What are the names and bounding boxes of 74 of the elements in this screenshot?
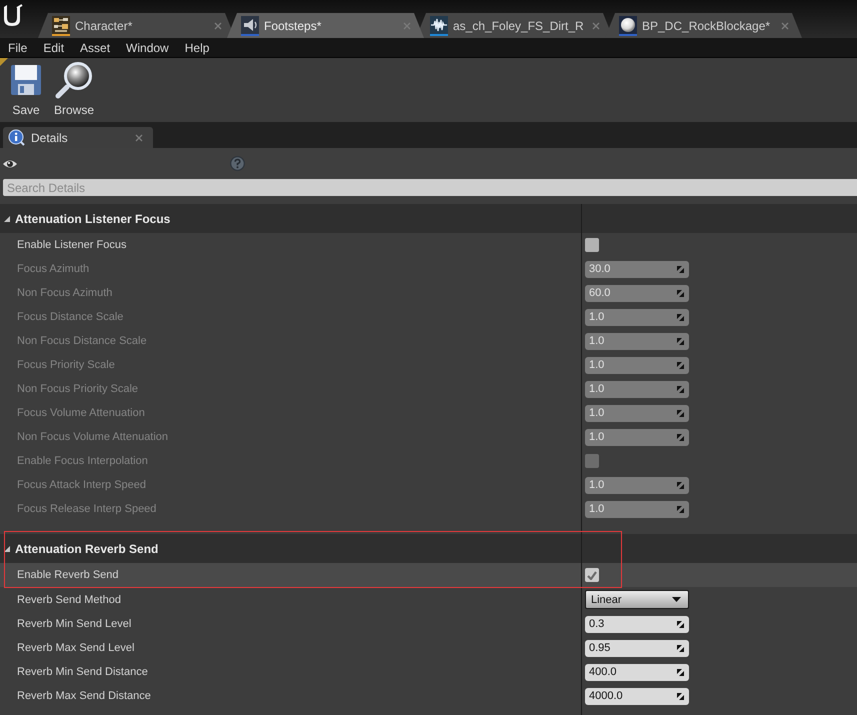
corner-triangle-icon — [0, 58, 8, 66]
property-label: Enable Reverb Send — [17, 569, 119, 581]
property-label: Reverb Send Method — [17, 594, 121, 606]
sphere-icon — [619, 16, 637, 34]
category-title: Attenuation Reverb Send — [15, 542, 158, 556]
property-label: Enable Focus Interpolation — [17, 455, 148, 467]
diagonal-arrows-icon — [677, 620, 684, 628]
property-label: Reverb Max Send Level — [17, 642, 134, 654]
document-tab[interactable]: Footsteps* — [227, 13, 424, 38]
search-field[interactable]: Search Details — [3, 179, 857, 196]
category-header[interactable]: Attenuation Reverb Send — [0, 534, 857, 563]
menu-item[interactable]: Help — [176, 38, 218, 56]
property-label: Non Focus Priority Scale — [17, 383, 138, 395]
speaker-icon — [241, 16, 259, 34]
number-field[interactable]: 4000.0 — [585, 688, 689, 704]
close-icon[interactable] — [214, 22, 222, 30]
property-label: Enable Listener Focus — [17, 239, 126, 251]
expand-triangle-icon[interactable] — [4, 216, 10, 222]
property-label: Reverb Max Send Distance — [17, 690, 151, 702]
checkbox[interactable] — [585, 238, 599, 252]
diagonal-arrows-icon — [677, 410, 684, 416]
node-graph-icon — [52, 16, 70, 34]
magnifier-icon — [54, 60, 94, 100]
diagonal-arrows-icon — [677, 386, 684, 392]
dropdown[interactable]: Linear — [585, 590, 689, 609]
close-icon[interactable] — [592, 22, 600, 30]
menu-item[interactable]: Edit — [35, 38, 72, 56]
number-field[interactable]: 0.3 — [585, 616, 689, 632]
checkbox[interactable] — [585, 568, 599, 582]
menu-item[interactable]: Window — [118, 38, 177, 56]
diagonal-arrows-icon — [677, 314, 684, 320]
info-icon — [8, 129, 25, 146]
close-icon[interactable] — [781, 22, 789, 30]
caret-icon — [672, 597, 681, 602]
help-icon[interactable] — [230, 156, 245, 171]
category-title: Attenuation Listener Focus — [15, 212, 170, 226]
property-label: Reverb Min Send Level — [17, 618, 132, 630]
save-button[interactable]: Save — [8, 58, 44, 117]
diagonal-arrows-icon — [677, 362, 684, 368]
property-label: Non Focus Azimuth — [17, 287, 112, 299]
diagonal-arrows-icon — [677, 338, 684, 344]
tab-label: BP_DC_RockBlockage* — [642, 18, 772, 32]
waveform-icon — [430, 16, 448, 34]
tab-label: Footsteps* — [264, 18, 322, 32]
checkmark-icon — [587, 570, 597, 580]
diagonal-arrows-icon — [677, 668, 684, 676]
property-label: Focus Attack Interp Speed — [17, 479, 146, 491]
expand-triangle-icon[interactable] — [4, 546, 10, 552]
number-field[interactable]: 0.95 — [585, 640, 689, 656]
property-label: Focus Distance Scale — [17, 311, 124, 323]
number-field[interactable]: 400.0 — [585, 664, 689, 680]
browse-button[interactable]: Browse — [52, 58, 96, 117]
diagonal-arrows-icon — [677, 290, 684, 296]
property-label: Focus Volume Attenuation — [17, 407, 145, 419]
menu-item[interactable]: File — [0, 38, 36, 56]
property-label: Focus Release Interp Speed — [17, 503, 156, 515]
close-icon[interactable] — [135, 134, 143, 142]
details-tab[interactable]: Details — [3, 127, 153, 148]
property-label: Non Focus Volume Attenuation — [17, 431, 168, 443]
diagonal-arrows-icon — [677, 482, 684, 488]
diagonal-arrows-icon — [677, 434, 684, 440]
tab-label: as_ch_Foley_FS_Dirt_R — [453, 18, 585, 32]
diagonal-arrows-icon — [677, 506, 684, 512]
property-label: Focus Azimuth — [17, 263, 90, 275]
tab-label: Character* — [75, 18, 134, 32]
diagonal-arrows-icon — [677, 644, 684, 652]
property-label: Reverb Min Send Distance — [17, 666, 148, 678]
property-label: Focus Priority Scale — [17, 359, 115, 371]
close-icon[interactable] — [403, 22, 411, 30]
property-label: Non Focus Distance Scale — [17, 335, 147, 347]
diagonal-arrows-icon — [677, 266, 684, 272]
menu-item[interactable]: Asset — [72, 38, 118, 56]
category-header[interactable]: Attenuation Listener Focus — [0, 204, 857, 233]
diagonal-arrows-icon — [677, 692, 684, 700]
